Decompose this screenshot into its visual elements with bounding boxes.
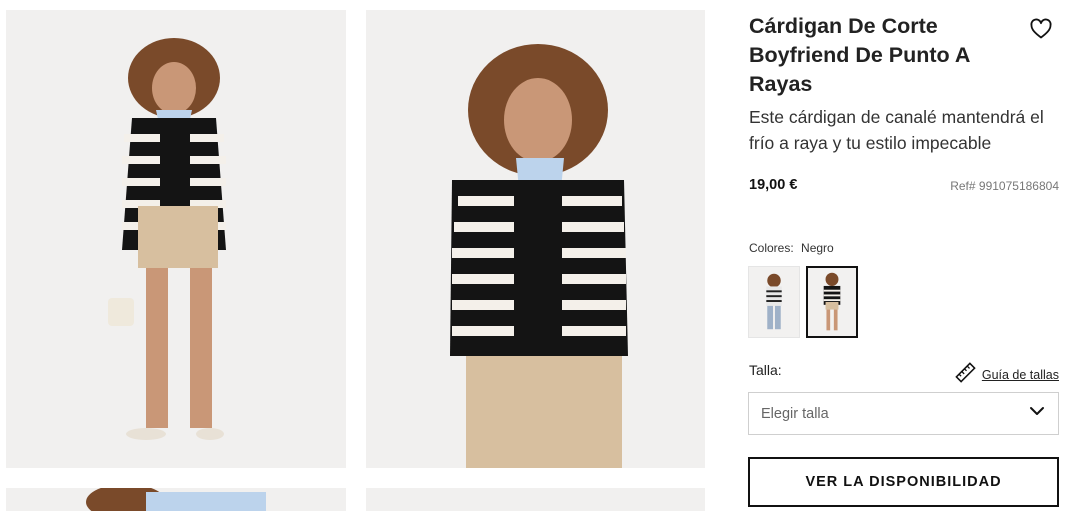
heart-icon[interactable] xyxy=(1029,17,1053,41)
colors-label: Colores: xyxy=(749,241,794,255)
size-label: Talla: xyxy=(749,362,782,378)
size-select[interactable]: Elegir talla xyxy=(748,392,1059,435)
size-guide-link[interactable]: Guía de tallas xyxy=(955,362,1059,388)
product-image-front-full[interactable] xyxy=(6,10,346,468)
color-swatch-black[interactable] xyxy=(806,266,858,338)
product-image-front-closeup[interactable] xyxy=(366,10,705,468)
size-guide-label: Guía de tallas xyxy=(981,368,1059,382)
product-image-back[interactable] xyxy=(366,488,705,511)
color-swatch-white[interactable] xyxy=(748,266,800,338)
selected-color-name: Negro xyxy=(801,241,834,255)
check-availability-button[interactable]: VER LA DISPONIBILIDAD xyxy=(748,457,1059,507)
color-selector-label: Colores: Negro xyxy=(749,241,838,255)
product-reference: Ref# 991075186804 xyxy=(950,179,1059,193)
product-title: Cárdigan De Corte Boyfriend De Punto A R… xyxy=(749,14,970,96)
chevron-down-icon xyxy=(1028,402,1046,425)
product-image-detail[interactable] xyxy=(6,488,346,511)
product-description: Este cárdigan de canalé mantendrá el frí… xyxy=(749,107,1044,153)
ruler-icon xyxy=(955,362,976,388)
size-select-placeholder: Elegir talla xyxy=(761,405,829,422)
product-price: 19,00 € xyxy=(749,177,798,193)
